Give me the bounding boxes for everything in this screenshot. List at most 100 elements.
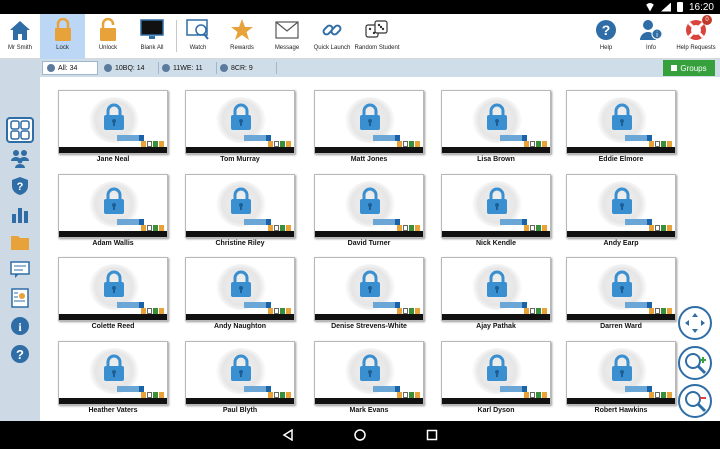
student-tile[interactable]: Robert Hawkins [566, 341, 676, 419]
battery-icon [676, 2, 683, 12]
filter-group-label: 8CR: 9 [231, 64, 253, 72]
link-icon [318, 18, 346, 42]
student-tile[interactable]: Nick Kendle [441, 174, 551, 252]
student-tile[interactable]: Andy Earp [566, 174, 676, 252]
user-name: Mr Smith [8, 45, 32, 51]
lock-icon [104, 103, 124, 130]
student-taskbar [59, 147, 167, 153]
user-profile-button[interactable]: Mr Smith [0, 14, 40, 59]
student-screen-thumbnail[interactable] [566, 174, 676, 238]
school-logo [117, 219, 139, 225]
student-tile[interactable]: Denise Strevens-White [314, 257, 424, 335]
student-tile[interactable]: Mark Evans [314, 341, 424, 419]
wifi-icon [644, 2, 655, 12]
students-view-button[interactable] [8, 147, 32, 169]
questions-button[interactable]: ? [8, 175, 32, 197]
rewards-button[interactable]: Rewards [222, 14, 262, 59]
student-screen-thumbnail[interactable] [441, 174, 551, 238]
svg-text:?: ? [16, 347, 24, 362]
student-tile[interactable]: Heather Vaters [58, 341, 168, 419]
help-requests-button[interactable]: 0 Help Requests [672, 14, 720, 59]
student-screen-thumbnail[interactable] [314, 341, 424, 405]
student-screen-thumbnail[interactable] [58, 257, 168, 321]
watch-button[interactable]: Watch [178, 14, 218, 59]
student-tile[interactable]: Matt Jones [314, 90, 424, 168]
student-tile[interactable]: Tom Murray [185, 90, 295, 168]
help-button[interactable]: ? Help [590, 14, 622, 59]
student-tile[interactable]: Lisa Brown [441, 90, 551, 168]
student-tile[interactable]: Paul Blyth [185, 341, 295, 419]
help-label: Help [599, 45, 613, 51]
student-screen-thumbnail[interactable] [566, 257, 676, 321]
student-screen-thumbnail[interactable] [314, 174, 424, 238]
lock-icon [487, 187, 507, 214]
student-tile[interactable]: Karl Dyson [441, 341, 551, 419]
student-screen-thumbnail[interactable] [58, 341, 168, 405]
chat-button[interactable] [8, 259, 32, 281]
student-tile[interactable]: Christine Riley [185, 174, 295, 252]
student-tile[interactable]: Eddie Elmore [566, 90, 676, 168]
files-button[interactable] [8, 231, 32, 253]
student-screen-thumbnail[interactable] [441, 341, 551, 405]
recents-icon[interactable] [426, 429, 438, 441]
filter-group-8cr[interactable]: 8CR: 9 [216, 61, 281, 75]
school-logo [500, 302, 522, 308]
filter-group-label: 10BQ: 14 [115, 64, 145, 72]
student-tile[interactable]: Colette Reed [58, 257, 168, 335]
filter-all[interactable]: All: 34 [42, 61, 98, 75]
student-screen-thumbnail[interactable] [185, 341, 295, 405]
student-name: Denise Strevens-White [331, 323, 407, 330]
envelope-icon [273, 18, 301, 42]
student-screen-thumbnail[interactable] [58, 90, 168, 154]
student-tile[interactable]: Adam Wallis [58, 174, 168, 252]
home-nav-icon[interactable] [354, 429, 366, 441]
unlock-button[interactable]: Unlock [86, 14, 130, 59]
school-logo [117, 135, 139, 141]
filter-group-10bq[interactable]: 10BQ: 14 [100, 61, 163, 75]
student-screen-thumbnail[interactable] [58, 174, 168, 238]
student-tile[interactable]: Ajay Pathak [441, 257, 551, 335]
student-tile[interactable]: Andy Naughton [185, 257, 295, 335]
lock-icon [612, 270, 632, 297]
student-taskbar [442, 314, 550, 320]
student-taskbar [59, 314, 167, 320]
student-screen-thumbnail[interactable] [566, 341, 676, 405]
reports-button[interactable] [8, 203, 32, 225]
random-student-button[interactable]: Random Student [354, 14, 400, 59]
student-tile[interactable]: Jane Neal [58, 90, 168, 168]
zoom-in-button[interactable] [678, 346, 712, 380]
student-screen-thumbnail[interactable] [441, 90, 551, 154]
student-tile[interactable]: David Turner [314, 174, 424, 252]
message-button[interactable]: Message [266, 14, 308, 59]
blank-all-button[interactable]: Blank All [130, 14, 174, 59]
help-sidebar-button[interactable]: ? [8, 343, 32, 365]
student-screen-thumbnail[interactable] [185, 90, 295, 154]
filter-group-11we[interactable]: 11WE: 11 [158, 61, 221, 75]
zoom-out-button[interactable] [678, 384, 712, 418]
student-name: Mark Evans [349, 407, 389, 414]
register-button[interactable] [8, 287, 32, 309]
blank-all-label: Blank All [140, 45, 164, 51]
lock-button[interactable]: Lock [40, 14, 85, 59]
school-logo [500, 219, 522, 225]
pan-button[interactable] [678, 306, 712, 340]
student-name: Nick Kendle [475, 240, 517, 247]
thumbnail-view-button[interactable] [6, 117, 34, 143]
student-screen-thumbnail[interactable] [314, 257, 424, 321]
quick-launch-button[interactable]: Quick Launch [310, 14, 354, 59]
lock-icon [231, 187, 251, 214]
student-screen-thumbnail[interactable] [185, 174, 295, 238]
student-screen-thumbnail[interactable] [441, 257, 551, 321]
student-screen-thumbnail[interactable] [566, 90, 676, 154]
info-sidebar-button[interactable]: i [8, 315, 32, 337]
info-button[interactable]: i Info [636, 14, 666, 59]
signal-icon [660, 2, 671, 12]
student-tile[interactable]: Darren Ward [566, 257, 676, 335]
student-screen-thumbnail[interactable] [314, 90, 424, 154]
back-icon[interactable] [282, 429, 294, 441]
student-taskbar [567, 231, 675, 237]
monitor-icon [138, 18, 166, 42]
school-logo [244, 302, 266, 308]
student-screen-thumbnail[interactable] [185, 257, 295, 321]
groups-button[interactable]: Groups [663, 60, 715, 76]
